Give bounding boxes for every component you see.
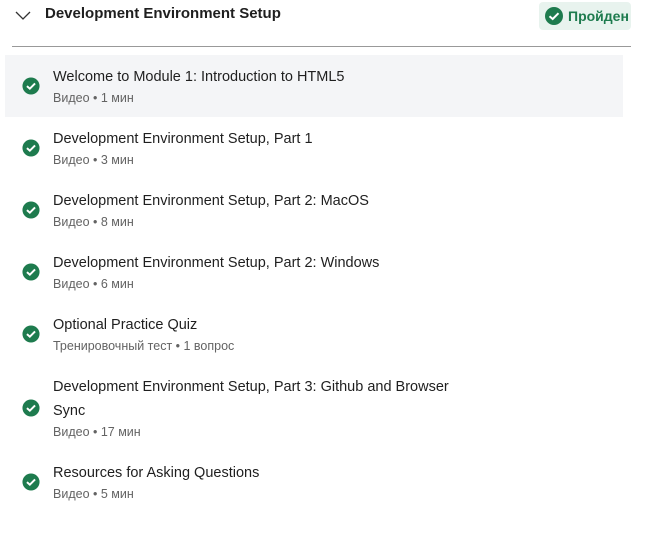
divider [12,46,631,47]
item-title[interactable]: Optional Practice Quiz [53,313,473,337]
check-circle-icon [545,7,563,25]
list-item[interactable]: Resources for Asking Questions Видео • 5 … [5,451,623,513]
item-title[interactable]: Development Environment Setup, Part 3: G… [53,375,473,423]
lesson-list: Welcome to Module 1: Introduction to HTM… [5,55,623,513]
status-label: Пройден [568,8,629,24]
list-item[interactable]: Welcome to Module 1: Introduction to HTM… [5,55,623,117]
status-badge: Пройден [539,2,631,30]
item-meta: Видео • 8 мин [53,215,134,229]
check-circle-icon [22,325,40,343]
item-meta: Видео • 17 мин [53,425,141,439]
list-item[interactable]: Development Environment Setup, Part 2: M… [5,179,623,241]
item-title[interactable]: Welcome to Module 1: Introduction to HTM… [53,65,473,89]
list-item[interactable]: Development Environment Setup, Part 2: W… [5,241,623,303]
item-title[interactable]: Development Environment Setup, Part 1 [53,127,473,151]
list-item[interactable]: Development Environment Setup, Part 1 Вид… [5,117,623,179]
check-circle-icon [22,201,40,219]
item-meta: Видео • 5 мин [53,487,134,501]
item-meta: Видео • 3 мин [53,153,134,167]
check-circle-icon [22,263,40,281]
item-title[interactable]: Development Environment Setup, Part 2: M… [53,189,473,213]
list-item[interactable]: Optional Practice Quiz Тренировочный тест… [5,303,623,365]
module-title: Development Environment Setup [45,5,281,22]
item-title[interactable]: Resources for Asking Questions [53,461,473,485]
check-circle-icon [22,77,40,95]
item-title[interactable]: Development Environment Setup, Part 2: W… [53,251,473,275]
item-meta: Тренировочный тест • 1 вопрос [53,339,235,353]
item-meta: Видео • 6 мин [53,277,134,291]
list-item[interactable]: Development Environment Setup, Part 3: G… [5,365,623,451]
check-circle-icon [22,139,40,157]
module-header[interactable]: Development Environment Setup Пройден [0,0,652,46]
item-meta: Видео • 1 мин [53,91,134,105]
chevron-down-icon[interactable] [14,6,32,24]
check-circle-icon [22,399,40,417]
check-circle-icon [22,473,40,491]
